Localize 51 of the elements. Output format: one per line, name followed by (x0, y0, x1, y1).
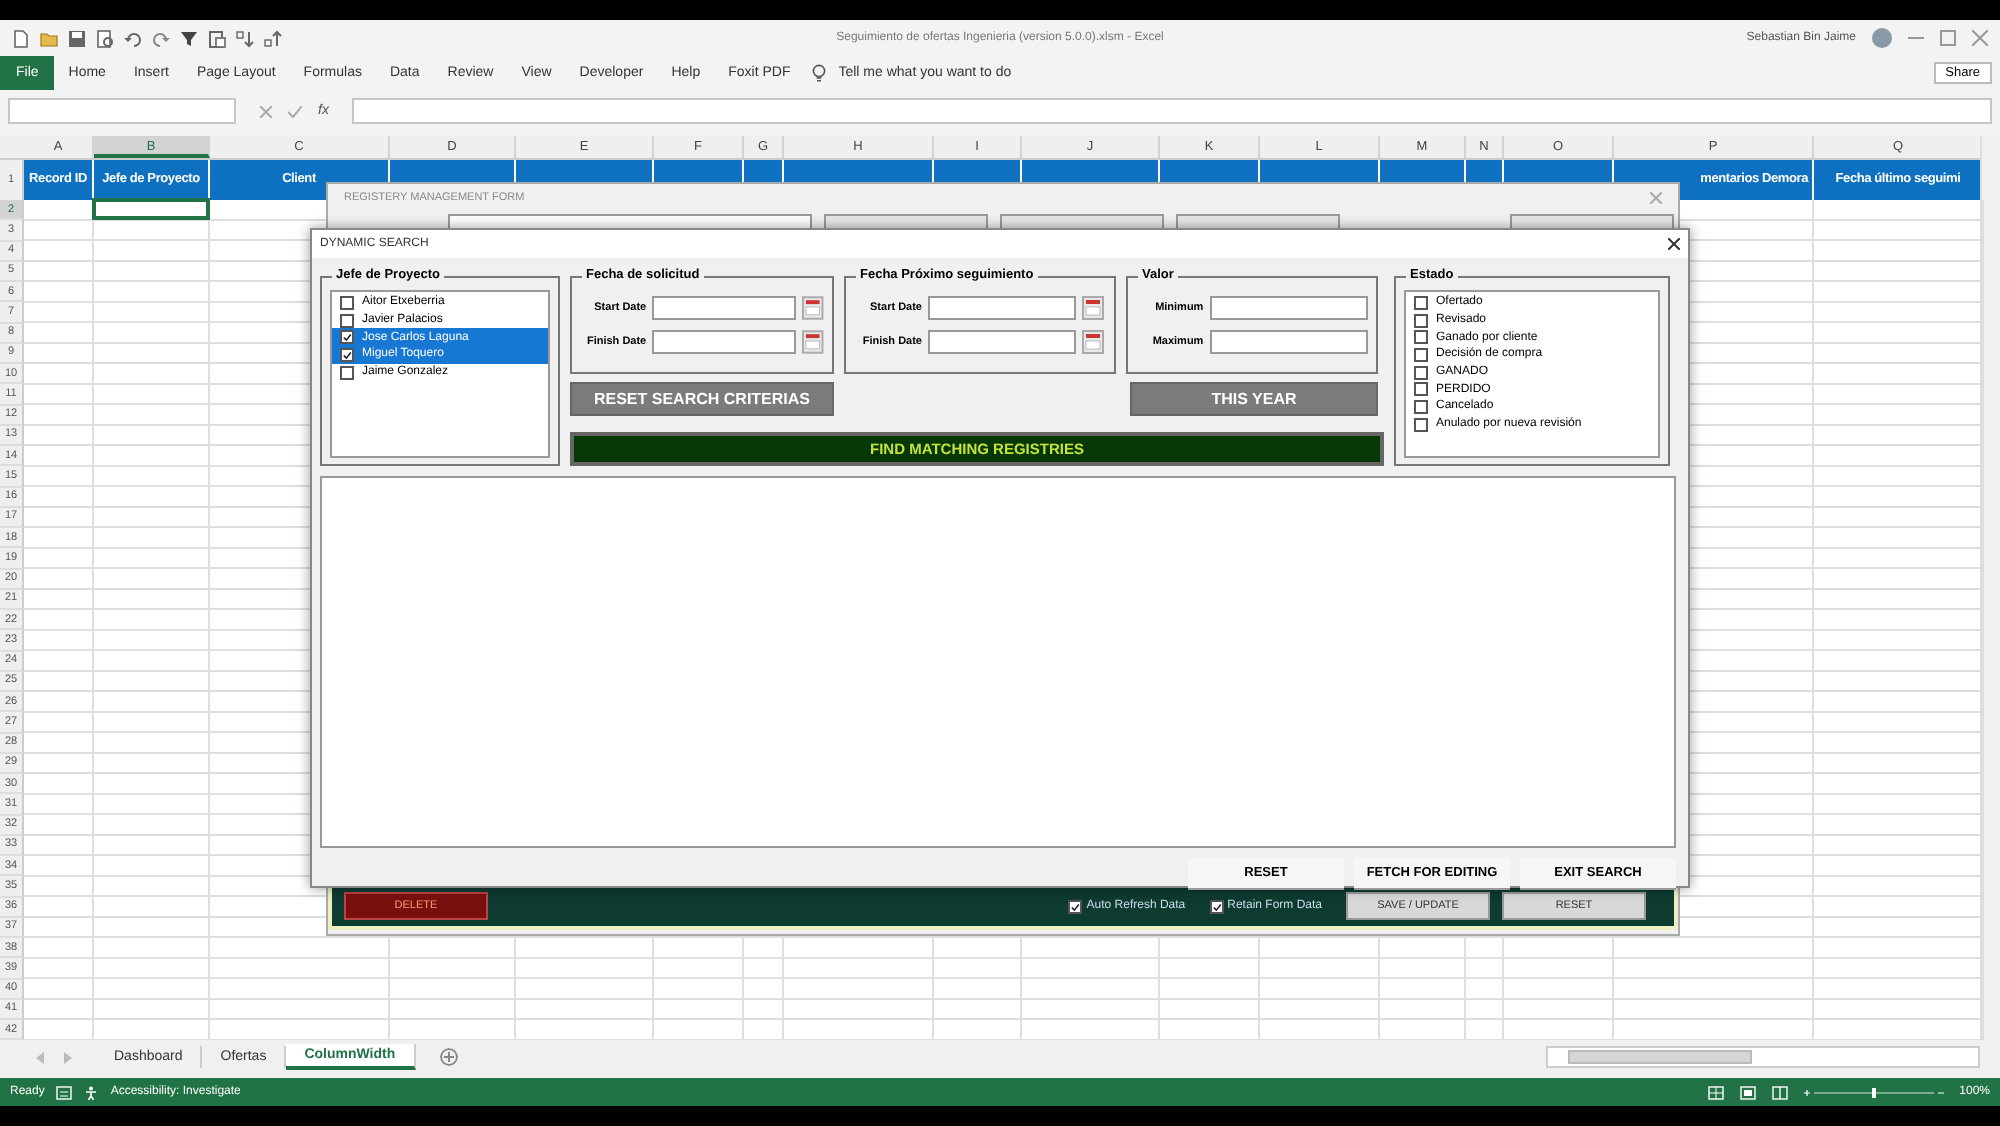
normal-view-icon[interactable] (1707, 1085, 1724, 1100)
checkbox[interactable] (1414, 399, 1428, 414)
checkbox[interactable] (1414, 330, 1428, 345)
checkbox[interactable] (1414, 295, 1428, 310)
reset-criteria-button[interactable]: RESET SEARCH CRITERIAS (570, 382, 834, 416)
checkbox[interactable] (1068, 899, 1083, 913)
macro-icon[interactable] (56, 1085, 73, 1100)
lightbulb-icon (812, 64, 827, 82)
checkbox[interactable] (340, 365, 354, 380)
date-field[interactable] (652, 295, 797, 319)
sort-descending-icon[interactable] (264, 29, 282, 47)
checkbox[interactable] (1414, 417, 1428, 432)
calendar-icon[interactable] (802, 295, 824, 319)
checkbox[interactable] (1209, 899, 1224, 913)
page-layout-icon[interactable] (1739, 1085, 1756, 1100)
checkbox[interactable] (1414, 313, 1428, 328)
checkbox[interactable] (1414, 365, 1428, 380)
formula-field[interactable] (352, 98, 1992, 124)
calendar-icon[interactable] (1082, 295, 1104, 319)
selected-cell[interactable] (92, 198, 210, 221)
checkbox[interactable] (1414, 382, 1428, 397)
undo-icon[interactable] (124, 29, 142, 47)
redo-icon[interactable] (152, 29, 170, 47)
sort-ascending-icon[interactable] (236, 29, 254, 47)
horizontal-scrollbar[interactable] (1546, 1046, 1980, 1069)
date-field[interactable] (928, 295, 1076, 319)
calendar-icon[interactable] (1082, 329, 1104, 353)
checkbox[interactable] (1414, 347, 1428, 362)
avatar-icon[interactable] (1872, 28, 1892, 48)
value-field[interactable] (1209, 295, 1368, 319)
checkbox[interactable] (340, 313, 354, 328)
filter-icon[interactable] (180, 29, 198, 47)
new-file-icon[interactable] (12, 29, 30, 47)
zoom-slider[interactable] (1803, 1085, 1944, 1100)
value-field[interactable] (1209, 329, 1368, 353)
checkbox[interactable] (340, 330, 354, 345)
check-icon[interactable] (288, 105, 302, 117)
close-icon[interactable] (1668, 238, 1680, 250)
accessibility-icon[interactable] (84, 1085, 99, 1100)
checkbox[interactable] (340, 295, 354, 310)
print-preview-icon[interactable] (96, 29, 114, 47)
restore-icon[interactable] (1940, 30, 1956, 46)
checkbox[interactable] (340, 347, 354, 362)
date-field[interactable] (928, 329, 1076, 353)
calendar-icon[interactable] (802, 329, 824, 353)
date-field[interactable] (652, 329, 797, 353)
page-break-icon[interactable] (1771, 1085, 1788, 1100)
folder-icon[interactable] (40, 29, 58, 47)
this-year-button[interactable]: THIS YEAR (1130, 382, 1378, 416)
add-sheet-icon[interactable] (439, 1048, 458, 1067)
save-icon[interactable] (68, 29, 86, 47)
